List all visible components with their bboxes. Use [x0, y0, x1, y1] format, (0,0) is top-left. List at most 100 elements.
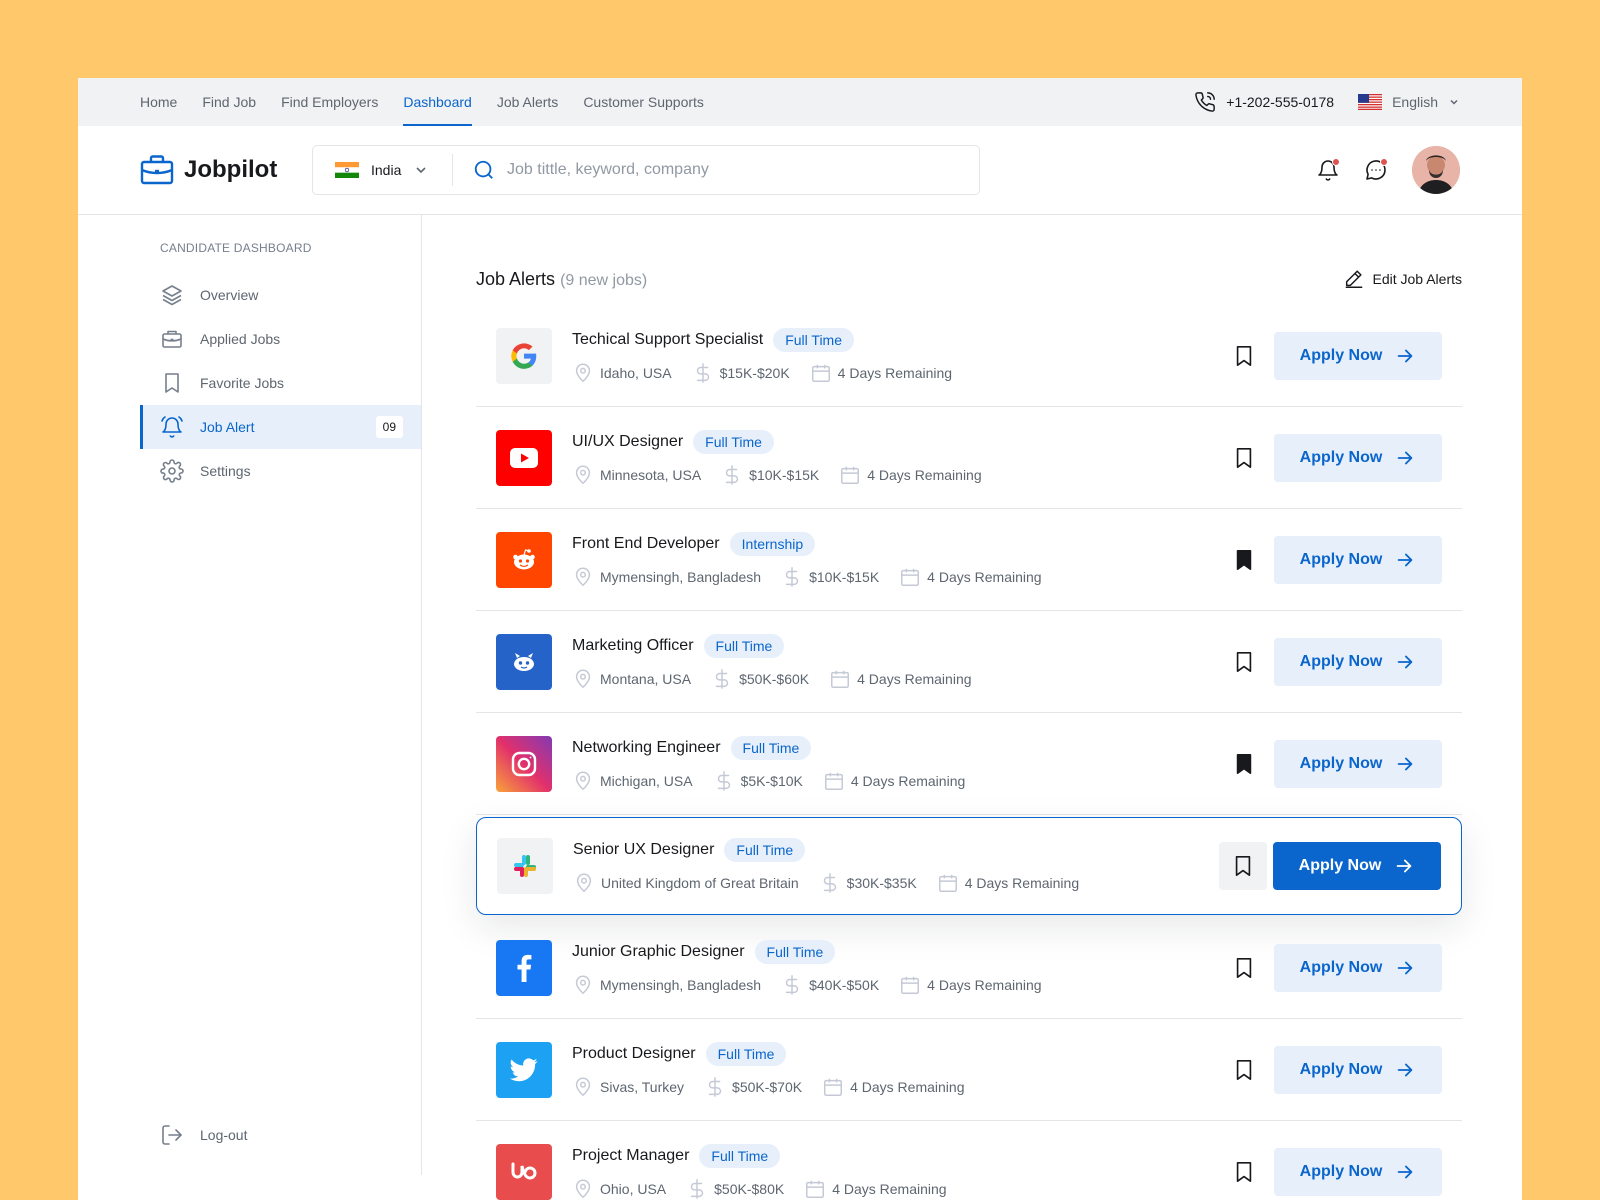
job-row[interactable]: Product Designer Full Time Sivas, Turkey $5… [476, 1019, 1462, 1121]
bookmark-icon [1236, 1161, 1252, 1182]
bookmark-icon [1236, 753, 1252, 774]
apply-now-button[interactable]: Apply Now [1274, 943, 1442, 992]
job-row[interactable]: UI/UX Designer Full Time Minnesota, USA $10… [476, 407, 1462, 509]
job-title[interactable]: Techical Support Specialist [572, 331, 763, 349]
google-logo-icon [496, 327, 552, 384]
job-title[interactable]: UI/UX Designer [572, 433, 683, 451]
sidebar-item-overview[interactable]: Overview [140, 273, 421, 317]
dollar-icon [725, 464, 739, 485]
phone-contact[interactable]: +1-202-555-0178 [1194, 91, 1334, 113]
bookmark-button[interactable] [1220, 1046, 1268, 1094]
messages-button[interactable] [1364, 158, 1388, 182]
job-meta: Idaho, USA $15K-$20K 4 Days Remaining [572, 362, 1220, 384]
job-title-row: Front End Developer Internship [572, 531, 1220, 556]
job-meta: Mymensingh, Bangladesh $10K-$15K 4 Days Re… [572, 566, 1220, 588]
notification-button[interactable] [1316, 158, 1340, 182]
job-row[interactable]: Junior Graphic Designer Full Time Mymensin… [476, 917, 1462, 1019]
job-row[interactable]: Senior UX Designer Full Time United Kingdo… [476, 817, 1462, 915]
job-meta: United Kingdom of Great Britain $30K-$35K… [573, 872, 1219, 894]
arrow-right-icon [1397, 655, 1413, 668]
job-deadline: 4 Days Remaining [823, 770, 965, 792]
job-salary: $50K-$60K [711, 668, 809, 690]
apply-now-button[interactable]: Apply Now [1274, 1147, 1442, 1196]
job-title-row: Techical Support Specialist Full Time [572, 327, 1220, 352]
bookmark-icon [1236, 651, 1252, 672]
bookmark-button[interactable] [1220, 536, 1268, 584]
avatar[interactable] [1412, 146, 1460, 194]
brand-logo[interactable]: Jobpilot [140, 153, 312, 187]
job-deadline-text: 4 Days Remaining [850, 772, 966, 789]
nav-job-alerts[interactable]: Job Alerts [497, 78, 558, 126]
apply-now-label: Apply Now [1299, 550, 1383, 568]
job-row[interactable]: Networking Engineer Full Time Michigan, US… [476, 713, 1462, 815]
bookmark-button[interactable] [1220, 434, 1268, 482]
logout-button[interactable]: Log-out [160, 1123, 247, 1147]
user-avatar-icon [1412, 146, 1460, 194]
bookmark-icon [1236, 549, 1252, 570]
job-info: UI/UX Designer Full Time Minnesota, USA $10… [572, 429, 1220, 486]
apply-now-button[interactable]: Apply Now [1274, 331, 1442, 380]
job-salary-text: $40K-$50K [809, 976, 880, 993]
location-pin-icon [575, 363, 591, 382]
nav-dashboard[interactable]: Dashboard [403, 78, 472, 126]
apply-now-label: Apply Now [1299, 346, 1383, 364]
arrow-right-icon [1397, 451, 1413, 464]
sidebar-item-settings[interactable]: Settings [140, 449, 421, 493]
edit-job-alerts-button[interactable]: Edit Job Alerts [1343, 268, 1462, 290]
bookmark-button[interactable] [1220, 740, 1268, 788]
job-title[interactable]: Junior Graphic Designer [572, 943, 745, 961]
country-select[interactable]: India [313, 154, 453, 186]
job-deadline-text: 4 Days Remaining [837, 364, 953, 381]
header-actions [1316, 146, 1460, 194]
sidebar-item-applied-jobs[interactable]: Applied Jobs [140, 317, 421, 361]
nav-find-job[interactable]: Find Job [202, 78, 256, 126]
job-title-row: Networking Engineer Full Time [572, 735, 1220, 760]
message-dot [1380, 158, 1388, 166]
bookmark-button[interactable] [1220, 944, 1268, 992]
apply-now-button[interactable]: Apply Now [1274, 739, 1442, 788]
app-window: Home Find Job Find Employers Dashboard J… [78, 78, 1522, 1200]
job-title[interactable]: Marketing Officer [572, 637, 694, 655]
job-row[interactable]: Project Manager Full Time Ohio, USA $50K-$8… [476, 1121, 1462, 1200]
job-row[interactable]: Front End Developer Internship Mymensingh,… [476, 509, 1462, 611]
apply-now-button[interactable]: Apply Now [1274, 433, 1442, 482]
page-title: Job Alerts (9 new jobs) [476, 269, 647, 290]
job-deadline-text: 4 Days Remaining [832, 1180, 947, 1197]
pencil-icon [1345, 270, 1362, 288]
apply-now-button[interactable]: Apply Now [1274, 1045, 1442, 1094]
job-location: Mymensingh, Bangladesh [572, 974, 761, 996]
job-salary: $40K-$50K [781, 974, 879, 996]
calendar-icon [841, 466, 860, 484]
location-pin-icon [575, 771, 591, 790]
bookmark-button[interactable] [1219, 842, 1267, 890]
job-title[interactable]: Product Designer [572, 1045, 696, 1063]
job-row[interactable]: Techical Support Specialist Full Time Idah… [476, 305, 1462, 407]
apply-now-button[interactable]: Apply Now [1274, 637, 1442, 686]
bookmark-icon [1236, 1059, 1252, 1080]
job-salary-text: $50K-$70K [732, 1078, 803, 1095]
job-salary-text: $5K-$10K [740, 772, 803, 789]
job-title[interactable]: Senior UX Designer [573, 841, 714, 859]
job-location: Montana, USA [572, 668, 691, 690]
bookmark-button[interactable] [1220, 1148, 1268, 1196]
nav-home[interactable]: Home [140, 78, 177, 126]
language-select[interactable]: English [1358, 94, 1460, 110]
job-title[interactable]: Project Manager [572, 1147, 689, 1165]
search-input[interactable] [507, 161, 947, 179]
sidebar-item-job-alert[interactable]: Job Alert 09 [140, 405, 421, 449]
apply-now-button[interactable]: Apply Now [1273, 842, 1441, 890]
job-location: Ohio, USA [572, 1178, 666, 1200]
job-row[interactable]: Marketing Officer Full Time Montana, USA $5… [476, 611, 1462, 713]
arrow-right-icon [1396, 859, 1412, 873]
nav-find-employers[interactable]: Find Employers [281, 78, 378, 126]
bookmark-button[interactable] [1220, 638, 1268, 686]
bookmark-button[interactable] [1220, 332, 1268, 380]
apply-now-button[interactable]: Apply Now [1274, 535, 1442, 584]
dollar-icon [823, 873, 836, 893]
job-salary-text: $10K-$15K [749, 466, 820, 483]
job-title[interactable]: Front End Developer [572, 535, 720, 553]
job-title[interactable]: Networking Engineer [572, 739, 721, 757]
nav-customer-supports[interactable]: Customer Supports [583, 78, 704, 126]
sidebar-item-label: Job Alert [200, 419, 255, 435]
sidebar-item-favorite-jobs[interactable]: Favorite Jobs [140, 361, 421, 405]
